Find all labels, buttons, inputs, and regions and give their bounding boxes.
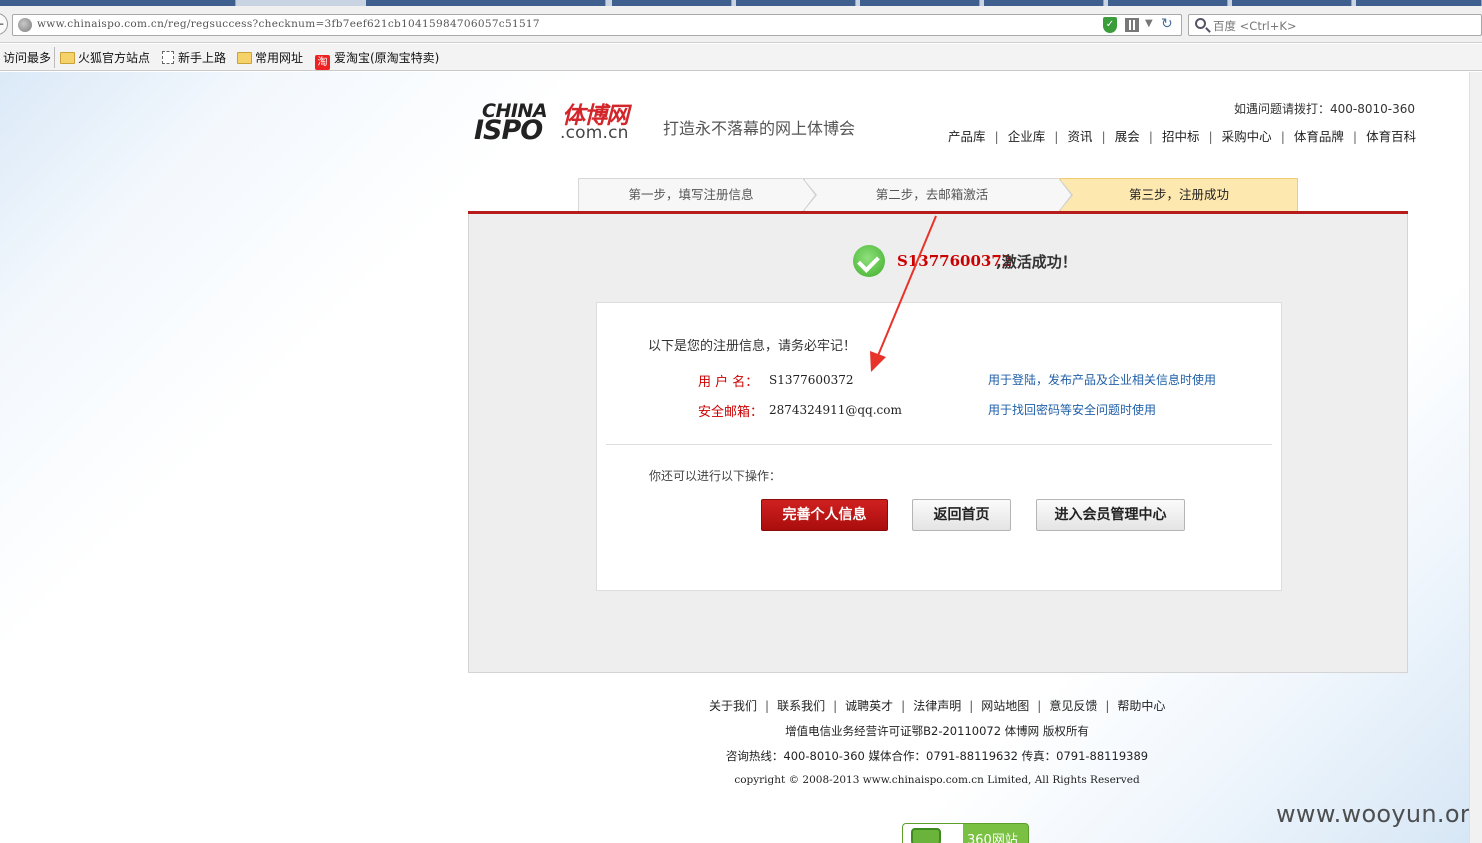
nav-separator: | (1101, 129, 1106, 144)
step-chevron-icon (1058, 178, 1071, 212)
search-icon[interactable] (1195, 18, 1206, 29)
360-security-badge[interactable]: 360网站 (902, 823, 1029, 843)
username-label: 用 户 名： (698, 375, 759, 390)
taobao-icon: 淘 (315, 55, 330, 70)
footer-links: 关于我们 | 联系我们 | 诚聘英才 | 法律声明 | 网站地图 | 意见反馈 | 帮助中心 (709, 697, 1165, 714)
back-arrow-icon: ← (0, 17, 4, 31)
email-label: 安全邮箱： (698, 405, 764, 420)
nav-separator: | (1208, 129, 1213, 144)
logo-text-ispo: ISPO (474, 115, 543, 146)
folder-icon (237, 52, 252, 64)
member-center-button[interactable]: 进入会员管理中心 (1036, 499, 1185, 531)
username-usage-note: 用于登陆，发布产品及企业相关信息时使用 (988, 373, 1217, 387)
globe-icon (18, 18, 32, 32)
nav-item-products[interactable]: 产品库 (948, 126, 986, 145)
top-navigation: 产品库 | 企业库 | 资讯 | 展会 | 招中标 | 采购中心 | 体育品牌 | 体育百科 (948, 126, 1416, 145)
back-to-home-button[interactable]: 返回首页 (912, 499, 1011, 531)
success-text: ,激活成功！ (996, 253, 1077, 271)
folder-icon (60, 52, 75, 64)
username-value: S1377600372 (769, 373, 854, 387)
address-bar[interactable]: www.chinaispo.com.cn/reg/regsuccess?chec… (12, 14, 1182, 36)
nav-item-expos[interactable]: 展会 (1115, 126, 1140, 145)
step-registration-success: 第三步，注册成功 (1060, 178, 1298, 212)
footer-separator: | (765, 699, 770, 713)
email-value: 2874324911@qq.com (769, 403, 902, 417)
bookmark-ai-taobao[interactable]: 淘爱淘宝(原淘宝特卖) (315, 49, 439, 70)
badge-label: 360网站 (967, 833, 1018, 843)
reload-icon[interactable]: ↻ (1161, 16, 1173, 32)
logo-text-domain: .com.cn (560, 123, 629, 143)
registration-steps: 第一步，填写注册信息 第二步，去邮箱激活 第三步，注册成功 (578, 178, 1298, 212)
back-button[interactable]: ← (0, 13, 8, 35)
site-logo[interactable]: CHINA ISPO 体博网 .com.cn (474, 96, 644, 152)
step-fill-info: 第一步，填写注册信息 (578, 178, 804, 212)
source-watermark: www.wooyun.org (1276, 800, 1482, 828)
nav-item-companies[interactable]: 企业库 (1008, 126, 1046, 145)
dropdown-icon[interactable]: ▼ (1145, 18, 1153, 29)
search-bar[interactable]: 百度 <Ctrl+K> (1188, 14, 1482, 36)
nav-item-procurement[interactable]: 采购中心 (1222, 126, 1272, 145)
card-divider (606, 444, 1272, 445)
footer-separator: | (901, 699, 906, 713)
nav-separator: | (1054, 129, 1059, 144)
bookmarks-toolbar: 访问最多 火狐官方站点 新手上路 常用网址 淘爱淘宝(原淘宝特卖) (0, 44, 1482, 71)
registration-info-card: 以下是您的注册信息，请务必牢记！ 用 户 名： S1377600372 用于登陆… (596, 302, 1282, 591)
nav-separator: | (1352, 129, 1358, 144)
footer-separator: | (1105, 699, 1110, 713)
footer-link-jobs[interactable]: 诚聘英才 (845, 699, 893, 713)
nav-separator: | (1280, 129, 1285, 144)
page-viewport: CHINA ISPO 体博网 .com.cn 打造永不落幕的网上体博会 如遇问题… (0, 72, 1482, 843)
support-hotline: 如遇问题请拨打：400-8010-360 (1234, 102, 1416, 116)
check-circle-icon (853, 245, 885, 277)
nav-item-news[interactable]: 资讯 (1067, 126, 1092, 145)
footer-link-sitemap[interactable]: 网站地图 (981, 699, 1029, 713)
step-email-activation: 第二步，去邮箱激活 (804, 178, 1060, 212)
bookmark-label: 访问最多 (3, 51, 52, 65)
bookmark-getting-started[interactable]: 新手上路 (162, 49, 226, 66)
bookmark-divider (54, 47, 55, 68)
footer-link-about[interactable]: 关于我们 (709, 699, 757, 713)
footer-license: 增值电信业务经营许可证鄂B2-20110072 体博网 版权所有 (785, 724, 1089, 738)
qr-code-icon[interactable] (1125, 18, 1139, 32)
email-usage-note: 用于找回密码等安全问题时使用 (988, 403, 1157, 417)
browser-navbar: ← www.chinaispo.com.cn/reg/regsuccess?ch… (0, 6, 1482, 43)
bookmark-label: 新手上路 (178, 51, 227, 65)
step-chevron-icon (802, 178, 815, 212)
success-username: S1377600372 (897, 252, 1013, 270)
footer-separator: | (969, 699, 974, 713)
complete-profile-button[interactable]: 完善个人信息 (761, 499, 888, 531)
footer-contact: 咨询热线：400-8010-360 媒体合作：0791-88119632 传真：… (725, 749, 1149, 763)
shield-icon (911, 828, 941, 843)
footer-link-legal[interactable]: 法律声明 (913, 699, 961, 713)
operations-label: 你还可以进行以下操作： (649, 469, 782, 483)
success-panel: S1377600372 ,激活成功！ 以下是您的注册信息，请务必牢记！ 用 户 … (468, 214, 1408, 673)
footer-copyright: copyright © 2008-2013 www.chinaispo.com.… (734, 774, 1140, 786)
nav-separator: | (994, 129, 999, 144)
url-text[interactable]: www.chinaispo.com.cn/reg/regsuccess?chec… (37, 18, 540, 30)
shield-icon[interactable]: ✓ (1103, 17, 1117, 33)
site-slogan: 打造永不落幕的网上体博会 (663, 119, 856, 138)
page-scrollbar[interactable] (1469, 72, 1482, 843)
bookmark-label: 爱淘宝(原淘宝特卖) (334, 51, 440, 65)
search-input[interactable]: 百度 <Ctrl+K> (1213, 18, 1297, 34)
nav-item-encyclopedia[interactable]: 体育百科 (1366, 126, 1416, 145)
bookmark-common-sites[interactable]: 常用网址 (237, 49, 303, 66)
footer-link-help[interactable]: 帮助中心 (1117, 699, 1165, 713)
footer-separator: | (1037, 699, 1042, 713)
footer-link-contact[interactable]: 联系我们 (777, 699, 825, 713)
bookmark-most-visited[interactable]: 访问最多 (3, 49, 51, 66)
bookmark-firefox-official[interactable]: 火狐官方站点 (60, 49, 150, 66)
footer-separator: | (833, 699, 838, 713)
bookmark-label: 火狐官方站点 (78, 51, 151, 65)
bookmark-label: 常用网址 (255, 51, 304, 65)
nav-item-brands[interactable]: 体育品牌 (1294, 126, 1344, 145)
nav-item-tenders[interactable]: 招中标 (1162, 126, 1200, 145)
page-icon (162, 51, 174, 64)
nav-separator: | (1148, 129, 1153, 144)
footer-link-feedback[interactable]: 意见反馈 (1049, 699, 1097, 713)
info-intro: 以下是您的注册信息，请务必牢记！ (648, 339, 857, 354)
